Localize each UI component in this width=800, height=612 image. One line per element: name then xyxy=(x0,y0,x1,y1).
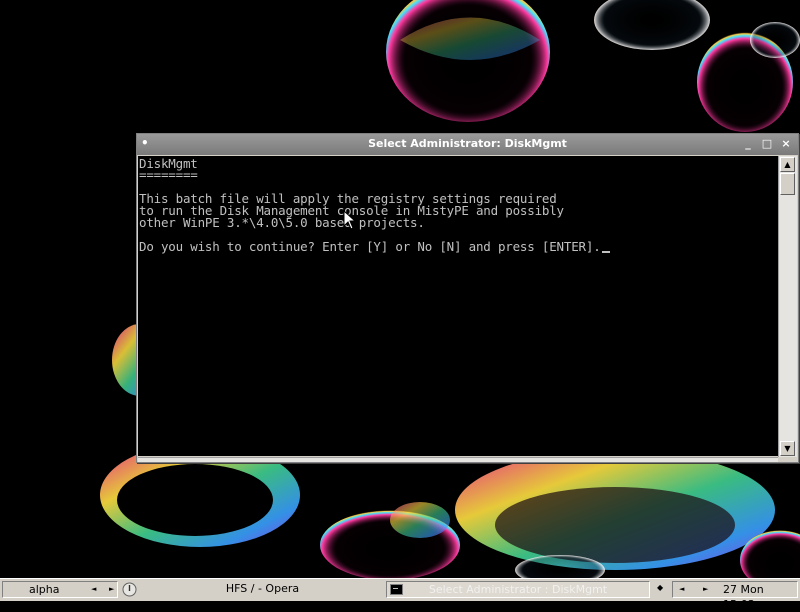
title-bar[interactable]: • Select Administrator: DiskMgmt _ □ × xyxy=(137,134,798,155)
scroll-thumb[interactable] xyxy=(780,173,795,195)
window-title: Select Administrator: DiskMgmt xyxy=(368,137,567,150)
console-prompt-line: Do you wish to continue? Enter [Y] or No… xyxy=(139,239,610,254)
scroll-up-arrow-icon[interactable]: ▲ xyxy=(780,157,795,172)
clock-next-arrow-icon[interactable]: ► xyxy=(703,582,708,597)
vertical-scrollbar[interactable]: ▲ ▼ xyxy=(778,156,797,457)
console-output[interactable]: DiskMgmt ======== This batch file will a… xyxy=(138,156,778,456)
task-label: HFS / - Opera xyxy=(225,582,300,595)
clock: 27 Mon 15:03 xyxy=(723,583,764,611)
workspace-next-arrow-icon[interactable]: ► xyxy=(109,582,114,597)
console-line: ======== xyxy=(139,167,198,182)
console-window[interactable]: • Select Administrator: DiskMgmt _ □ × D… xyxy=(136,133,799,463)
tray-indicator-icon[interactable]: ◆ xyxy=(657,583,663,592)
text-cursor xyxy=(601,251,610,253)
console-line: other WinPE 3.*\4.0\5.0 based projects. xyxy=(139,215,425,230)
workspace-prev-arrow-icon[interactable]: ◄ xyxy=(91,582,96,597)
task-label: Select Administrator : DiskMgmt xyxy=(428,583,608,596)
taskbar: alpha ◄ ► HFS / - Opera Select Administr… xyxy=(0,578,800,611)
mouse-pointer-icon xyxy=(343,210,357,230)
horizontal-scrollbar[interactable] xyxy=(138,457,778,462)
maximize-button[interactable]: □ xyxy=(759,137,775,151)
workspace-label: alpha xyxy=(29,583,60,596)
workspace-switcher[interactable]: alpha ◄ ► xyxy=(2,581,118,598)
power-icon[interactable] xyxy=(122,582,137,597)
task-button-opera[interactable]: HFS / - Opera xyxy=(140,581,385,598)
clock-area[interactable]: ◄ ► 27 Mon 15:03 xyxy=(672,581,798,611)
close-button[interactable]: × xyxy=(778,137,794,151)
clock-prev-arrow-icon[interactable]: ◄ xyxy=(679,582,684,597)
minimize-button[interactable]: _ xyxy=(740,137,756,151)
console-prompt-text: Do you wish to continue? Enter [Y] or No… xyxy=(139,239,601,254)
scroll-down-arrow-icon[interactable]: ▼ xyxy=(780,441,795,456)
task-button-console[interactable]: Select Administrator : DiskMgmt xyxy=(386,581,650,598)
